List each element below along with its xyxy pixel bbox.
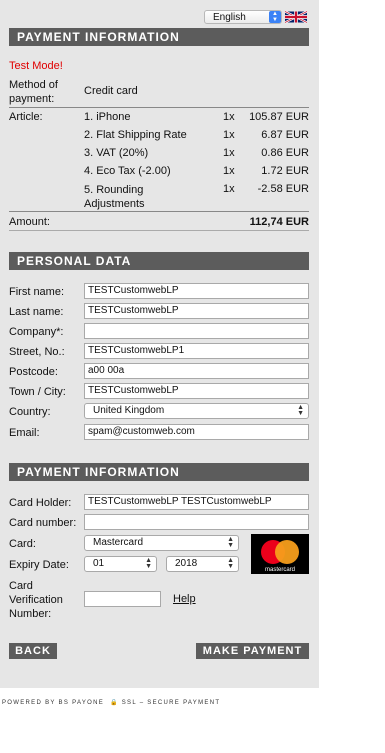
expiry-month-value: 01 xyxy=(93,558,105,569)
country-select-value: United Kingdom xyxy=(93,405,165,416)
street-label: Street, No.: xyxy=(9,346,65,358)
expiry-label: Expiry Date: xyxy=(9,559,69,571)
article-qty: 1x xyxy=(223,165,235,177)
article-qty: 1x xyxy=(223,147,235,159)
personal-data-header: PERSONAL DATA xyxy=(9,252,309,270)
company-label: Company*: xyxy=(9,326,64,338)
expiry-year-select[interactable]: 2018 ▲ ▼ xyxy=(166,556,239,572)
mastercard-icon: mastercard xyxy=(261,540,299,573)
email-label: Email: xyxy=(9,427,40,439)
make-payment-button[interactable]: MAKE PAYMENT xyxy=(196,643,309,659)
amount-label: Amount: xyxy=(9,216,50,228)
article-name: 5. Rounding Adjustments xyxy=(84,184,145,210)
cvn-input[interactable] xyxy=(84,591,161,607)
article-name: 1. iPhone xyxy=(84,111,131,123)
method-value: Credit card xyxy=(84,85,138,97)
street-input[interactable]: TESTCustomwebLP1 xyxy=(84,343,309,359)
card-number-input[interactable] xyxy=(84,514,309,530)
test-mode-label: Test Mode! xyxy=(9,60,63,72)
article-price: 0.86 EUR xyxy=(261,147,309,159)
select-arrows-icon: ▲ ▼ xyxy=(227,536,234,549)
lock-icon: 🔒 xyxy=(109,700,119,706)
divider xyxy=(9,211,309,212)
select-arrows-icon: ▲ ▼ xyxy=(297,404,304,417)
back-button[interactable]: BACK xyxy=(9,643,57,659)
article-name: 4. Eco Tax (-2.00) xyxy=(84,165,171,177)
article-price: 105.87 EUR xyxy=(249,111,309,123)
payment-info-header: PAYMENT INFORMATION xyxy=(9,28,309,46)
town-input[interactable]: TESTCustomwebLP xyxy=(84,383,309,399)
powered-by-text: POWERED BY BS PAYONE xyxy=(2,700,105,706)
first-name-input[interactable]: TESTCustomwebLP xyxy=(84,283,309,299)
language-select[interactable]: English ▲ ▼ xyxy=(204,10,282,24)
article-name: 3. VAT (20%) xyxy=(84,147,149,159)
select-arrows-icon: ▲ ▼ xyxy=(227,557,234,570)
postcode-label: Postcode: xyxy=(9,366,58,378)
article-qty: 1x xyxy=(223,111,235,123)
email-input[interactable]: spam@customweb.com xyxy=(84,424,309,440)
article-price: 1.72 EUR xyxy=(261,165,309,177)
card-type-label: Card: xyxy=(9,538,36,550)
last-name-label: Last name: xyxy=(9,306,64,318)
mastercard-logo-text: mastercard xyxy=(265,567,295,573)
article-qty: 1x xyxy=(223,129,235,141)
uk-flag-icon[interactable] xyxy=(285,10,307,24)
help-link[interactable]: Help xyxy=(173,593,196,605)
divider xyxy=(9,230,309,231)
card-holder-input[interactable]: TESTCustomwebLP TESTCustomwebLP xyxy=(84,494,309,510)
expiry-month-select[interactable]: 01 ▲ ▼ xyxy=(84,556,157,572)
article-qty: 1x xyxy=(223,183,235,195)
country-select[interactable]: United Kingdom ▲ ▼ xyxy=(84,403,309,419)
expiry-year-value: 2018 xyxy=(175,558,198,569)
card-payment-header: PAYMENT INFORMATION xyxy=(9,463,309,481)
first-name-label: First name: xyxy=(9,286,65,298)
mastercard-logo: mastercard xyxy=(251,534,309,574)
select-arrows-icon: ▲ ▼ xyxy=(269,11,281,23)
footer: POWERED BY BS PAYONE 🔒 SSL – SECURE PAYM… xyxy=(2,699,220,706)
country-label: Country: xyxy=(9,406,51,418)
ssl-text: SSL – SECURE PAYMENT xyxy=(121,700,221,706)
town-label: Town / City: xyxy=(9,386,66,398)
card-holder-label: Card Holder: xyxy=(9,497,72,509)
card-number-label: Card number: xyxy=(9,517,77,529)
article-price: 6.87 EUR xyxy=(261,129,309,141)
article-name: 2. Flat Shipping Rate xyxy=(84,129,187,141)
language-select-value: English xyxy=(213,12,246,23)
select-arrows-icon: ▲ ▼ xyxy=(145,557,152,570)
method-label: Method of payment: xyxy=(9,79,58,105)
divider xyxy=(9,107,309,108)
article-price: -2.58 EUR xyxy=(257,183,309,195)
card-type-value: Mastercard xyxy=(93,537,144,548)
card-type-select[interactable]: Mastercard ▲ ▼ xyxy=(84,535,239,551)
company-input[interactable] xyxy=(84,323,309,339)
postcode-input[interactable]: a00 00a xyxy=(84,363,309,379)
last-name-input[interactable]: TESTCustomwebLP xyxy=(84,303,309,319)
article-label: Article: xyxy=(9,111,43,123)
cvn-label: Card Verification Number: xyxy=(9,580,63,620)
amount-value: 112,74 EUR xyxy=(249,216,309,228)
